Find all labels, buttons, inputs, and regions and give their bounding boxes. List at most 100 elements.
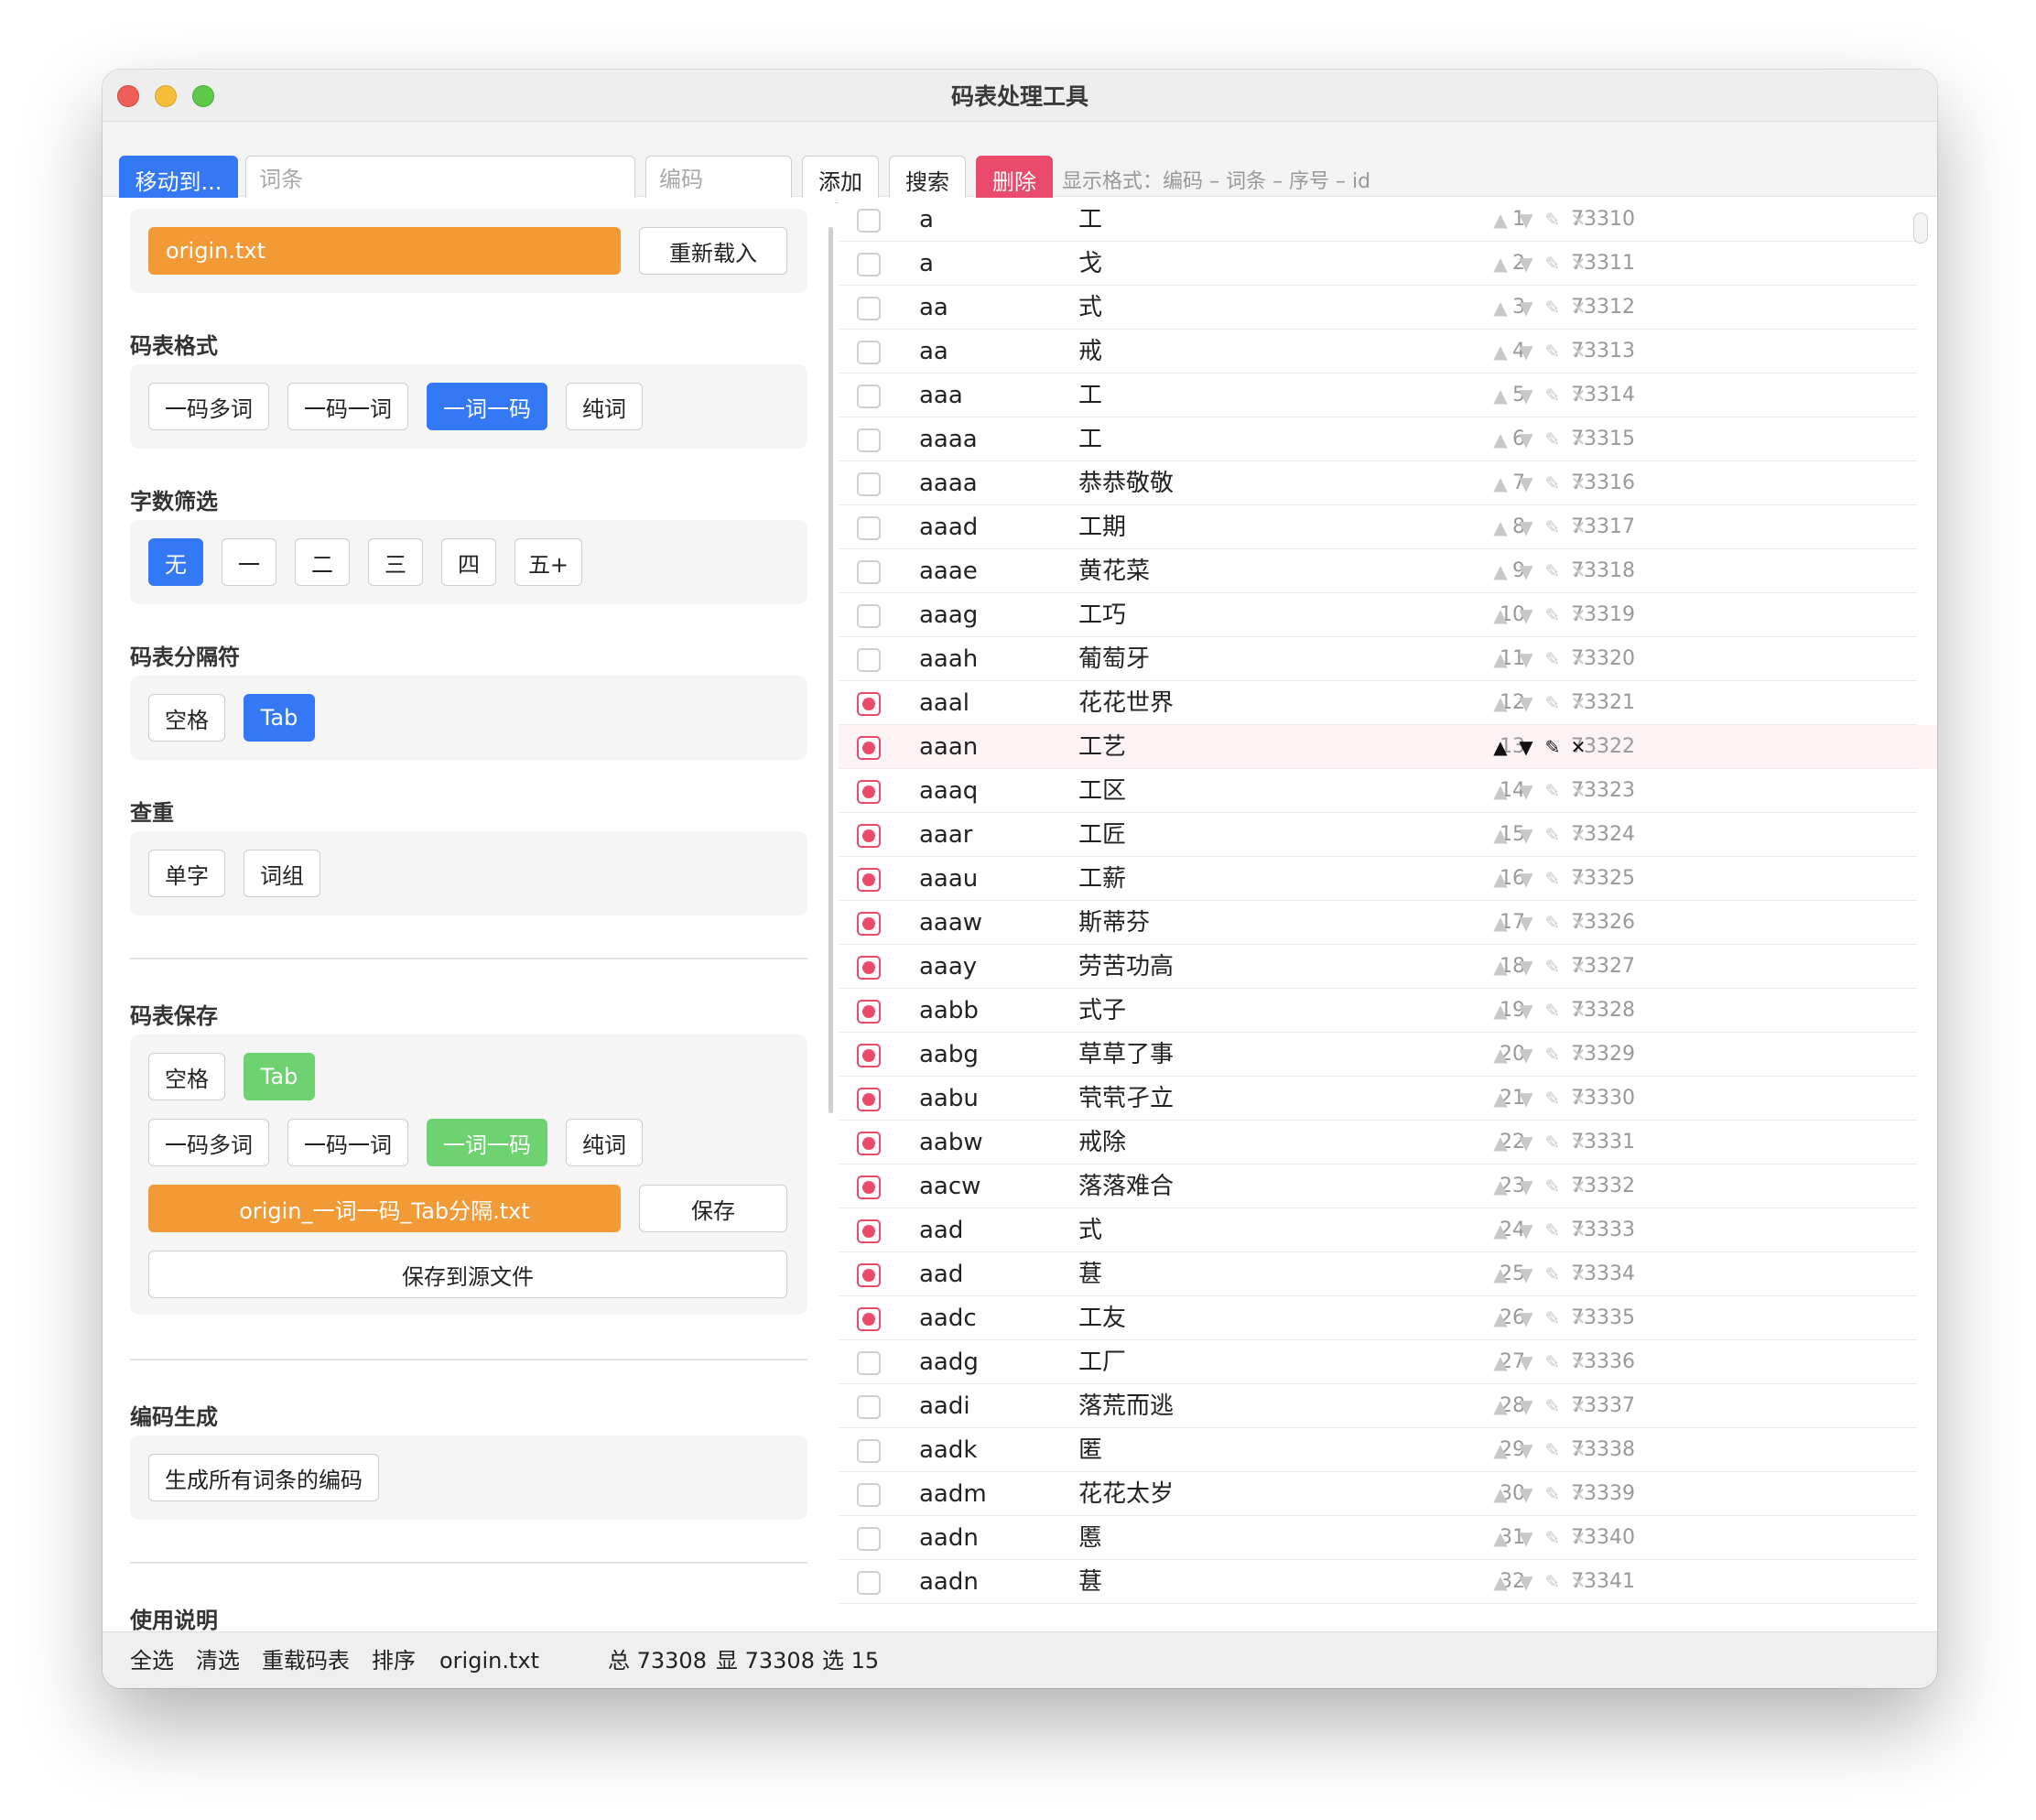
move-down-icon[interactable]: ▼ [1512,945,1540,989]
table-row[interactable]: aaay 劳苦功高 18 73327 ▲ ▼ ✎ ✕ [839,945,1937,989]
delete-icon[interactable]: ✕ [1565,1428,1592,1472]
delete-icon[interactable]: ✕ [1565,637,1592,681]
delete-icon[interactable]: ✕ [1565,330,1592,374]
generate-codes-button[interactable]: 生成所有词条的编码 [148,1454,379,1501]
table-row[interactable]: aadn 慝 31 73340 ▲ ▼ ✎ ✕ [839,1516,1937,1560]
move-down-icon[interactable]: ▼ [1512,1516,1540,1560]
delete-icon[interactable]: ✕ [1565,593,1592,637]
delete-icon[interactable]: ✕ [1565,813,1592,857]
row-checkbox[interactable] [857,1439,881,1463]
format-option-one-to-one[interactable]: 一码一词 [287,383,408,430]
table-row[interactable]: a 工 1 73310 ▲ ▼ ✎ ✕ [839,198,1937,242]
delete-icon[interactable]: ✕ [1565,681,1592,725]
save-to-source-button[interactable]: 保存到源文件 [148,1251,787,1298]
row-checkbox[interactable] [857,1044,881,1067]
move-up-icon[interactable]: ▲ [1487,242,1514,286]
reload-table-button[interactable]: 重载码表 [262,1632,350,1688]
edit-icon[interactable]: ✎ [1539,901,1566,945]
edit-icon[interactable]: ✎ [1539,549,1566,593]
delete-icon[interactable]: ✕ [1565,461,1592,505]
delete-icon[interactable]: ✕ [1565,1121,1592,1165]
move-up-icon[interactable]: ▲ [1487,857,1514,901]
edit-icon[interactable]: ✎ [1539,1340,1566,1384]
move-up-icon[interactable]: ▲ [1487,330,1514,374]
edit-icon[interactable]: ✎ [1539,1296,1566,1340]
table-row[interactable]: aa 式 3 73312 ▲ ▼ ✎ ✕ [839,286,1937,330]
delete-icon[interactable]: ✕ [1565,1033,1592,1077]
search-button[interactable]: 搜索 [889,156,966,203]
edit-icon[interactable]: ✎ [1539,1516,1566,1560]
zoom-window-button[interactable] [192,85,214,107]
move-down-icon[interactable]: ▼ [1512,242,1540,286]
save-separator-tab[interactable]: Tab [244,1053,315,1100]
table-row[interactable]: aadi 落荒而逃 28 73337 ▲ ▼ ✎ ✕ [839,1384,1937,1428]
delete-icon[interactable]: ✕ [1565,1560,1592,1604]
reload-file-button[interactable]: 重新载入 [639,227,787,275]
move-up-icon[interactable]: ▲ [1487,813,1514,857]
move-up-icon[interactable]: ▲ [1487,1384,1514,1428]
row-checkbox[interactable] [857,1395,881,1419]
row-checkbox[interactable] [857,780,881,804]
delete-button[interactable]: 删除 [976,156,1053,203]
move-up-icon[interactable]: ▲ [1487,198,1514,242]
delete-icon[interactable]: ✕ [1565,505,1592,549]
edit-icon[interactable]: ✎ [1539,1165,1566,1208]
move-up-icon[interactable]: ▲ [1487,505,1514,549]
table-row[interactable]: aabb 式子 19 73328 ▲ ▼ ✎ ✕ [839,989,1937,1033]
row-checkbox[interactable] [857,385,881,408]
move-down-icon[interactable]: ▼ [1512,1560,1540,1604]
move-down-icon[interactable]: ▼ [1512,1208,1540,1252]
table-row[interactable]: aabu 茕茕孑立 21 73330 ▲ ▼ ✎ ✕ [839,1077,1937,1121]
row-checkbox[interactable] [857,1571,881,1595]
save-filename-button[interactable]: origin_一词一码_Tab分隔.txt [148,1185,621,1232]
edit-icon[interactable]: ✎ [1539,1560,1566,1604]
edit-icon[interactable]: ✎ [1539,813,1566,857]
move-down-icon[interactable]: ▼ [1512,1033,1540,1077]
move-up-icon[interactable]: ▲ [1487,1165,1514,1208]
edit-icon[interactable]: ✎ [1539,1033,1566,1077]
table-row[interactable]: aaad 工期 8 73317 ▲ ▼ ✎ ✕ [839,505,1937,549]
edit-icon[interactable]: ✎ [1539,286,1566,330]
table-row[interactable]: aadn 葚 32 73341 ▲ ▼ ✎ ✕ [839,1560,1937,1604]
move-up-icon[interactable]: ▲ [1487,901,1514,945]
delete-icon[interactable]: ✕ [1565,769,1592,813]
delete-icon[interactable]: ✕ [1565,857,1592,901]
move-down-icon[interactable]: ▼ [1512,330,1540,374]
move-down-icon[interactable]: ▼ [1512,198,1540,242]
row-checkbox[interactable] [857,824,881,848]
move-up-icon[interactable]: ▲ [1487,681,1514,725]
delete-icon[interactable]: ✕ [1565,242,1592,286]
row-checkbox[interactable] [857,209,881,233]
table-row[interactable]: aaau 工薪 16 73325 ▲ ▼ ✎ ✕ [839,857,1937,901]
table-row[interactable]: aaaw 斯蒂芬 17 73326 ▲ ▼ ✎ ✕ [839,901,1937,945]
minimize-window-button[interactable] [155,85,177,107]
move-down-icon[interactable]: ▼ [1512,1165,1540,1208]
edit-icon[interactable]: ✎ [1539,593,1566,637]
close-window-button[interactable] [117,85,139,107]
char-filter-three[interactable]: 三 [368,538,423,586]
move-up-icon[interactable]: ▲ [1487,989,1514,1033]
row-checkbox[interactable] [857,253,881,276]
row-checkbox[interactable] [857,648,881,672]
table-row[interactable]: aaar 工匠 15 73324 ▲ ▼ ✎ ✕ [839,813,1937,857]
char-filter-one[interactable]: 一 [222,538,276,586]
move-down-icon[interactable]: ▼ [1512,1121,1540,1165]
delete-icon[interactable]: ✕ [1565,374,1592,417]
move-down-icon[interactable]: ▼ [1512,549,1540,593]
delete-icon[interactable]: ✕ [1565,1340,1592,1384]
format-option-word-code[interactable]: 一词一码 [427,383,547,430]
row-checkbox[interactable] [857,1483,881,1507]
move-down-icon[interactable]: ▼ [1512,857,1540,901]
code-input[interactable] [645,156,792,203]
delete-icon[interactable]: ✕ [1565,286,1592,330]
delete-icon[interactable]: ✕ [1565,1077,1592,1121]
edit-icon[interactable]: ✎ [1539,505,1566,549]
table-row[interactable]: aaaq 工区 14 73323 ▲ ▼ ✎ ✕ [839,769,1937,813]
move-up-icon[interactable]: ▲ [1487,286,1514,330]
save-format-one-to-one[interactable]: 一码一词 [287,1119,408,1166]
row-checkbox[interactable] [857,560,881,584]
save-separator-space[interactable]: 空格 [148,1053,225,1100]
move-down-icon[interactable]: ▼ [1512,1296,1540,1340]
char-filter-none[interactable]: 无 [148,538,203,586]
edit-icon[interactable]: ✎ [1539,769,1566,813]
